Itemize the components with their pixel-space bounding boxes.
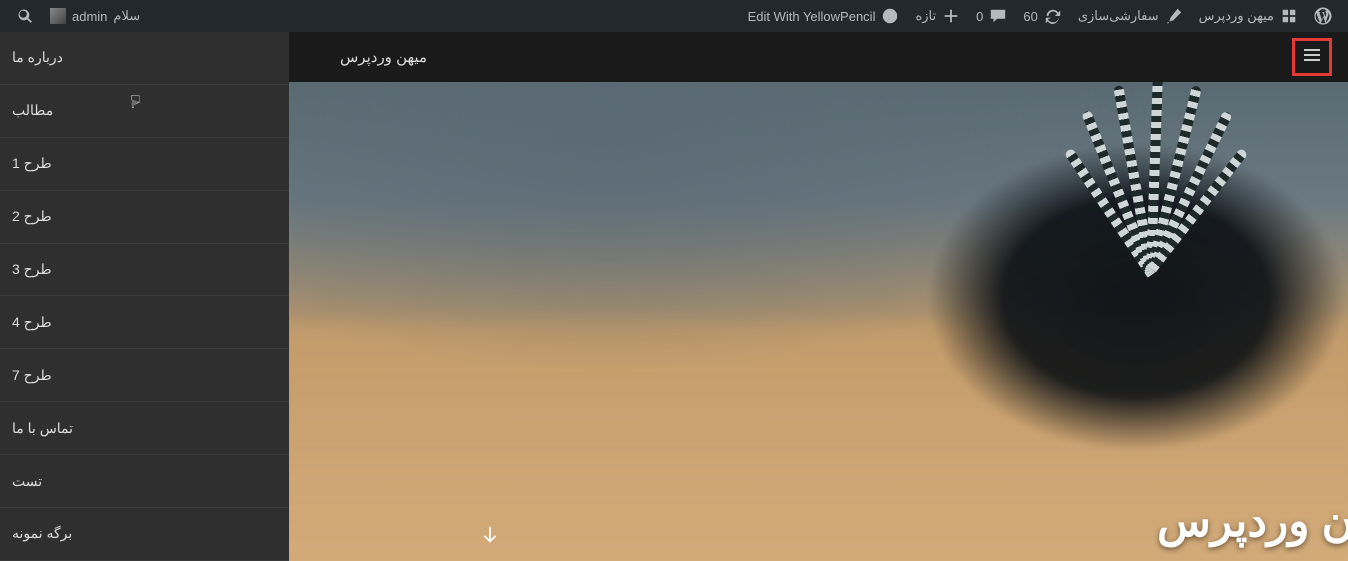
site-name-label: میهن وردپرس (1199, 8, 1274, 24)
brush-icon (1165, 7, 1183, 25)
customize-link[interactable]: سفارشی‌سازی (1070, 0, 1191, 32)
nav-item-label: تماس با ما (12, 420, 73, 437)
nav-item-test[interactable]: تست (0, 455, 289, 508)
hamburger-icon (1302, 45, 1322, 70)
comments-link[interactable]: 0 (968, 0, 1015, 32)
wp-logo-menu[interactable] (1306, 0, 1340, 32)
search-toggle[interactable] (8, 0, 42, 32)
hero-title-fragment: ن وردپرس (1157, 496, 1348, 547)
main-area: درباره ما مطالب طرح 1 طرح 2 طرح 3 طرح 4 … (0, 32, 1348, 561)
dashboard-icon (1280, 7, 1298, 25)
content-column: میهن وردپرس ن وردپرس (289, 32, 1348, 561)
scroll-down-button[interactable] (479, 524, 501, 551)
update-icon (1044, 7, 1062, 25)
plus-icon (942, 7, 960, 25)
nav-item-label: درباره ما (12, 49, 63, 66)
yellowpencil-label: Edit With YellowPencil (748, 9, 876, 24)
updates-count: 60 (1023, 9, 1037, 24)
avatar (50, 8, 66, 24)
site-name-link[interactable]: میهن وردپرس (1191, 0, 1306, 32)
site-header: میهن وردپرس (289, 32, 1348, 82)
updates-link[interactable]: 60 (1015, 0, 1069, 32)
nav-item-contact[interactable]: تماس با ما (0, 402, 289, 455)
nav-item-design7[interactable]: طرح 7 (0, 349, 289, 402)
nav-item-design4[interactable]: طرح 4 (0, 296, 289, 349)
nav-item-label: برگه نمونه (12, 525, 72, 542)
arrow-down-icon (479, 533, 501, 550)
howdy-prefix: سلام (113, 8, 140, 24)
customize-label: سفارشی‌سازی (1078, 8, 1159, 24)
nav-item-label: طرح 1 (12, 155, 52, 172)
admin-bar-primary: میهن وردپرس سفارشی‌سازی 60 0 تازه (740, 0, 1340, 32)
plant-decoration (1051, 82, 1251, 312)
nav-item-label: تست (12, 473, 42, 490)
comment-icon (989, 7, 1007, 25)
menu-toggle-button[interactable] (1292, 38, 1332, 76)
pencil-circle-icon (881, 7, 899, 25)
nav-item-design3[interactable]: طرح 3 (0, 244, 289, 297)
site-title[interactable]: میهن وردپرس (340, 48, 427, 66)
nav-item-label: طرح 4 (12, 314, 52, 331)
hero-image: ن وردپرس (289, 82, 1348, 561)
nav-item-design2[interactable]: طرح 2 (0, 191, 289, 244)
nav-item-label: مطالب (12, 102, 53, 119)
new-label: تازه (915, 8, 936, 24)
mobile-nav-menu: درباره ما مطالب طرح 1 طرح 2 طرح 3 طرح 4 … (0, 32, 289, 561)
nav-item-label: طرح 2 (12, 208, 52, 225)
nav-item-label: طرح 3 (12, 261, 52, 278)
wordpress-icon (1314, 7, 1332, 25)
wp-admin-bar: میهن وردپرس سفارشی‌سازی 60 0 تازه (0, 0, 1348, 32)
new-content-link[interactable]: تازه (907, 0, 968, 32)
nav-item-sample[interactable]: برگه نمونه (0, 508, 289, 561)
comments-count: 0 (976, 9, 983, 24)
search-icon (16, 7, 34, 25)
yellowpencil-link[interactable]: Edit With YellowPencil (740, 0, 908, 32)
my-account-link[interactable]: سلام admin (42, 0, 148, 32)
nav-item-label: طرح 7 (12, 367, 52, 384)
admin-bar-secondary: سلام admin (8, 0, 148, 32)
nav-item-about[interactable]: درباره ما (0, 32, 289, 85)
user-name: admin (72, 9, 107, 24)
nav-item-design1[interactable]: طرح 1 (0, 138, 289, 191)
nav-item-posts[interactable]: مطالب (0, 85, 289, 138)
